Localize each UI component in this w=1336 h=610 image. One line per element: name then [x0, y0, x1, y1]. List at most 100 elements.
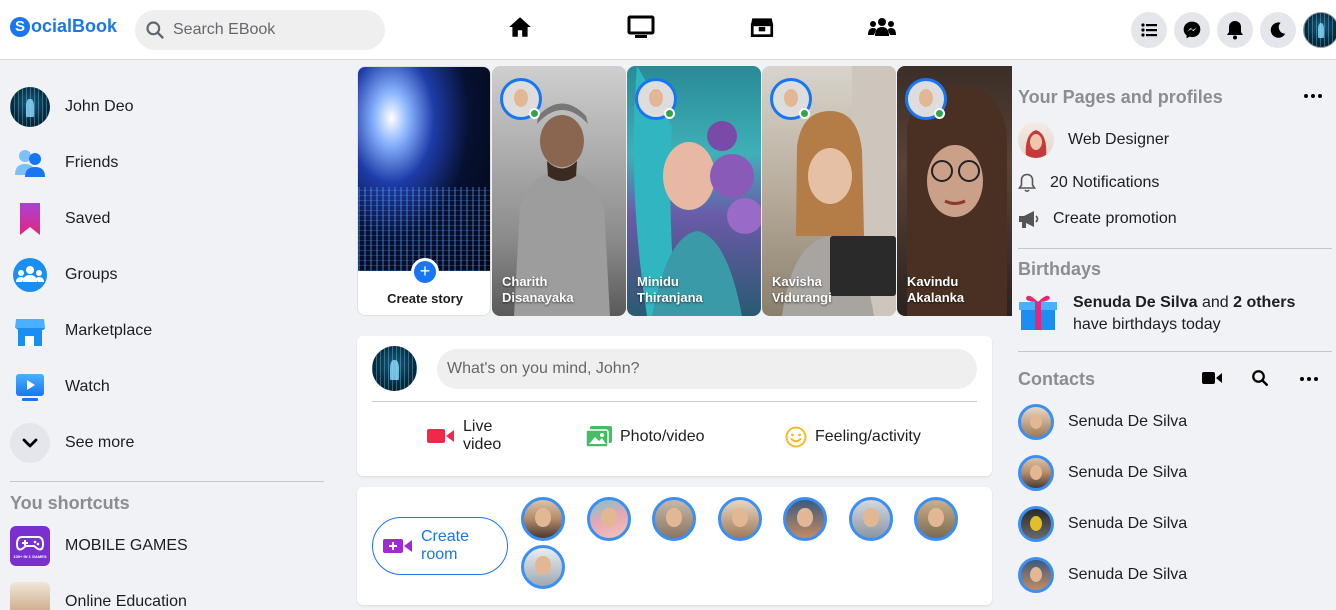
room-avatar[interactable]	[652, 497, 696, 541]
sidebar-item-label: Marketplace	[65, 322, 153, 339]
contact-avatar	[1018, 455, 1054, 491]
room-avatar[interactable]	[521, 545, 565, 589]
groups-icon	[10, 255, 50, 295]
sidebar-item-label: Groups	[65, 266, 118, 283]
contacts-title: Contacts	[1018, 369, 1096, 389]
search-bar[interactable]	[135, 10, 385, 50]
contact-name: Senuda De Silva	[1068, 413, 1188, 430]
story-name: Charith Disanayaka	[502, 274, 574, 305]
create-room-button[interactable]: Create room	[372, 517, 508, 575]
contact-item[interactable]: Senuda De Silva	[1018, 557, 1187, 593]
video-plus-icon	[383, 539, 412, 553]
contacts-search-icon[interactable]	[1251, 369, 1269, 392]
contact-avatar	[1018, 506, 1054, 542]
logo[interactable]: S ocialBook	[10, 16, 117, 37]
birthday-person: Senuda De Silva	[1073, 294, 1198, 311]
room-avatar[interactable]	[718, 497, 762, 541]
page-name: Web Designer	[1068, 131, 1170, 148]
online-status-dot	[664, 108, 675, 119]
dark-mode-moon-icon[interactable]	[1260, 12, 1296, 48]
sidebar-item-saved[interactable]: Saved	[10, 199, 110, 239]
bell-outline-icon	[1018, 173, 1036, 193]
right-divider	[1018, 351, 1332, 352]
contacts-more-icon[interactable]	[1299, 369, 1319, 394]
sidebar-item-friends[interactable]: Friends	[10, 143, 118, 183]
chevron-down-icon	[10, 423, 50, 463]
room-avatar[interactable]	[914, 497, 958, 541]
pages-profiles-title: Your Pages and profiles	[1018, 87, 1223, 107]
messenger-icon[interactable]	[1174, 12, 1210, 48]
online-status-dot	[529, 108, 540, 119]
store-icon[interactable]	[749, 14, 775, 45]
room-avatar[interactable]	[587, 497, 631, 541]
right-divider	[1018, 248, 1332, 249]
feeling-activity-label: Feeling/activity	[815, 428, 921, 445]
add-story-button[interactable]: +	[411, 258, 439, 286]
more-options-icon[interactable]	[1303, 86, 1323, 111]
composer-avatar	[372, 346, 417, 391]
contact-avatar	[1018, 557, 1054, 593]
shortcut-online-education[interactable]: Online Education	[10, 582, 187, 610]
room-avatar[interactable]	[783, 497, 827, 541]
contact-item[interactable]: Senuda De Silva	[1018, 404, 1187, 440]
contact-item[interactable]: Senuda De Silva	[1018, 455, 1187, 491]
live-video-button[interactable]: Live video	[427, 418, 501, 454]
sidebar-item-label: See more	[65, 434, 135, 451]
shortcut-label: MOBILE GAMES	[65, 537, 188, 554]
page-web-designer[interactable]: Web Designer	[1018, 122, 1169, 158]
room-avatar[interactable]	[849, 497, 893, 541]
feeling-activity-button[interactable]: Feeling/activity	[785, 426, 921, 448]
notifications-label: 20 Notifications	[1050, 174, 1160, 191]
profile-avatar[interactable]	[1303, 12, 1336, 48]
home-icon[interactable]	[507, 14, 533, 45]
search-input[interactable]	[173, 21, 363, 39]
tv-icon[interactable]	[627, 14, 655, 45]
live-video-label: Live	[463, 418, 493, 435]
notifications-row[interactable]: 20 Notifications	[1018, 173, 1159, 193]
birthdays-title: Birthdays	[1018, 259, 1102, 279]
story-card[interactable]: Kavindu Akalanka	[897, 66, 1012, 316]
story-name: Kavisha Vidurangi	[772, 274, 832, 305]
contact-name: Senuda De Silva	[1068, 515, 1188, 532]
composer-divider	[372, 401, 977, 402]
shortcut-mobile-games[interactable]: 100+ IN 1 GAMES MOBILE GAMES	[10, 526, 188, 566]
contact-avatar	[1018, 404, 1054, 440]
sidebar-item-label: Friends	[65, 154, 119, 171]
online-education-icon	[10, 582, 50, 610]
create-story-image	[358, 67, 490, 271]
contact-name: Senuda De Silva	[1068, 464, 1188, 481]
photo-icon	[586, 426, 612, 448]
birthday-row[interactable]: Senuda De Silva and 2 others have birthd…	[1018, 292, 1295, 336]
menu-list-icon[interactable]	[1131, 12, 1167, 48]
people-icon[interactable]	[867, 14, 897, 45]
room-avatar[interactable]	[521, 497, 565, 541]
create-story-label: Create story	[387, 291, 463, 306]
sidebar-item-label: John Deo	[65, 98, 134, 115]
composer-input[interactable]: What's on you mind, John?	[437, 349, 977, 389]
story-card[interactable]: Minidu Thiranjana	[627, 66, 761, 316]
shortcuts-title: You shortcuts	[10, 493, 130, 513]
story-name: Minidu Thiranjana	[637, 274, 703, 305]
sidebar-item-watch[interactable]: Watch	[10, 367, 110, 407]
marketplace-icon	[10, 311, 50, 351]
photo-video-button[interactable]: Photo/video	[586, 426, 705, 448]
smiley-icon	[785, 426, 807, 448]
sidebar-item-see-more[interactable]: See more	[10, 423, 134, 463]
watch-icon	[10, 367, 50, 407]
search-icon	[146, 21, 164, 39]
story-name: Kavindu Akalanka	[907, 274, 965, 305]
sidebar-item-groups[interactable]: Groups	[10, 255, 117, 295]
sidebar-item-profile[interactable]: John Deo	[10, 87, 134, 127]
create-promotion-row[interactable]: Create promotion	[1018, 209, 1177, 229]
bell-icon[interactable]	[1217, 12, 1253, 48]
gift-icon	[1019, 295, 1057, 330]
avatar	[10, 87, 50, 127]
promotion-label: Create promotion	[1053, 210, 1177, 227]
video-call-icon[interactable]	[1202, 370, 1222, 391]
sidebar-item-marketplace[interactable]: Marketplace	[10, 311, 152, 351]
story-card[interactable]: Charith Disanayaka	[492, 66, 626, 316]
contact-item[interactable]: Senuda De Silva	[1018, 506, 1187, 542]
contact-name: Senuda De Silva	[1068, 566, 1188, 583]
story-card[interactable]: Kavisha Vidurangi	[762, 66, 896, 316]
create-story-card[interactable]: + Create story	[357, 66, 491, 316]
